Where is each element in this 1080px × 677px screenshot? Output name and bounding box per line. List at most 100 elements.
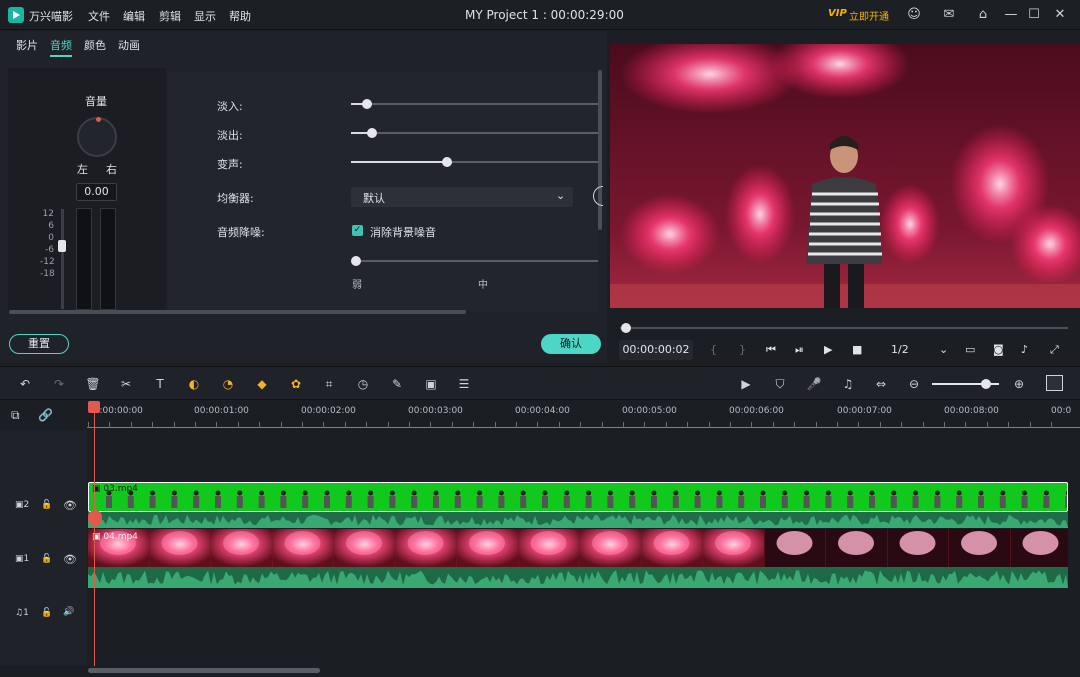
player-progress-thumb[interactable] — [621, 323, 631, 333]
crop-icon[interactable]: ⌗ — [321, 376, 337, 392]
clip-thumbnails — [106, 490, 1067, 508]
undo-icon[interactable]: ↶ — [17, 376, 33, 392]
ruler-tick — [709, 422, 710, 428]
maximize-icon[interactable]: ☐ — [1026, 7, 1042, 23]
zoom-in-icon[interactable]: ⊕ — [1011, 376, 1027, 392]
play-slow-icon[interactable]: ⏯ — [795, 343, 804, 357]
ratio-chevron-down-icon[interactable]: ⌄ — [939, 343, 948, 356]
speaker-icon[interactable]: 🔊 — [63, 607, 74, 617]
fullscreen-icon[interactable]: ⤢ — [1050, 343, 1059, 357]
balance-knob[interactable] — [77, 117, 117, 157]
green-screen-icon[interactable]: ▣ — [423, 376, 439, 392]
ruler-tick — [944, 422, 945, 428]
clip-03-mp4[interactable] — [88, 482, 1068, 512]
audio-mixer-icon[interactable]: ♫ — [840, 376, 856, 392]
render-icon[interactable]: ▶ — [738, 376, 754, 392]
text-icon[interactable]: T — [152, 376, 168, 392]
stop-icon[interactable]: ■ — [852, 343, 862, 356]
fade-in-thumb[interactable] — [362, 99, 372, 109]
confirm-button[interactable]: 确认 — [541, 334, 601, 354]
microphone-icon[interactable]: 🎤 — [806, 376, 822, 392]
previous-frame-icon[interactable]: ⏮ — [766, 343, 776, 357]
denoise-checkbox[interactable]: ✓ — [352, 225, 363, 236]
speedometer-icon[interactable]: ◷ — [355, 376, 371, 392]
mark-out-button[interactable]: } — [739, 343, 746, 356]
level-meter-right — [100, 208, 116, 310]
user-icon[interactable]: ☺ — [906, 7, 922, 23]
denoise-track[interactable] — [351, 260, 598, 262]
ruler-tick — [837, 422, 838, 428]
feedback-icon[interactable]: ✉ — [941, 7, 957, 23]
lock-icon[interactable]: 🔓 — [41, 500, 52, 510]
cut-icon[interactable]: ✂ — [118, 376, 134, 392]
timeline-h-scrollbar[interactable] — [88, 668, 320, 673]
ruler-tick — [430, 422, 431, 428]
ruler-label: 00:0 — [1051, 406, 1072, 416]
settings-scrollbar[interactable] — [598, 70, 602, 230]
ruler-tick — [152, 422, 153, 428]
eye-icon[interactable]: 👁 — [63, 499, 77, 512]
adjust-icon[interactable]: ☰ — [456, 376, 472, 392]
fade-out-thumb[interactable] — [367, 128, 377, 138]
add-track-icon[interactable]: ⧉ — [11, 408, 20, 423]
player-progress-track[interactable] — [620, 327, 1068, 329]
tab-animation[interactable]: 动画 — [118, 37, 140, 53]
freeze-icon[interactable]: ◔ — [220, 376, 236, 392]
menu-view[interactable]: 显示 — [194, 8, 216, 24]
ruler-tick — [323, 422, 324, 428]
ruler-label: 00:00:03:00 — [408, 406, 463, 416]
shield-icon[interactable]: ⛉ — [772, 376, 788, 392]
keyframe-icon[interactable]: ◆ — [254, 376, 270, 392]
balance-left-label: 左 — [77, 163, 88, 176]
playhead-handle[interactable] — [88, 401, 100, 413]
pitch-thumb[interactable] — [442, 157, 452, 167]
tab-video[interactable]: 影片 — [16, 37, 38, 53]
speed-icon[interactable]: ◐ — [186, 376, 202, 392]
snapshot-icon[interactable]: ◙ — [993, 343, 1004, 356]
layout-toggle-icon[interactable] — [1046, 375, 1063, 391]
delete-icon[interactable]: 🗑 — [85, 376, 101, 392]
minimize-icon[interactable]: — — [1003, 7, 1019, 23]
menu-edit[interactable]: 编辑 — [123, 8, 145, 24]
volume-value-field[interactable]: 0.00 — [76, 183, 117, 201]
lock-icon[interactable]: 🔓 — [41, 608, 52, 618]
pen-icon[interactable]: ✎ — [389, 376, 405, 392]
vip-open-link[interactable]: 立即开通 — [849, 8, 889, 23]
volume-slider-track[interactable] — [61, 209, 64, 309]
menu-file[interactable]: 文件 — [88, 8, 110, 24]
clip-04-mp4[interactable] — [88, 529, 1068, 567]
volume-slider-thumb[interactable] — [58, 240, 66, 252]
link-icon[interactable]: 🔗 — [38, 408, 53, 422]
eye-icon[interactable]: 👁 — [63, 553, 77, 566]
fade-in-track[interactable] — [351, 103, 598, 105]
ruler-tick — [794, 422, 795, 428]
fade-out-track[interactable] — [351, 132, 598, 134]
audio-track-1-label: ♫1 — [15, 608, 29, 618]
ruler-tick — [666, 422, 667, 428]
panel-h-scrollbar[interactable] — [9, 310, 466, 314]
split-marker-icon[interactable] — [88, 510, 102, 526]
close-icon[interactable]: ✕ — [1052, 7, 1068, 23]
zoom-thumb[interactable] — [981, 379, 991, 389]
redo-icon[interactable]: ↷ — [51, 376, 67, 392]
playback-ratio[interactable]: 1/2 — [891, 343, 909, 356]
tab-audio[interactable]: 音频 — [50, 37, 72, 57]
denoise-thumb[interactable] — [351, 256, 361, 266]
ruler-tick — [366, 422, 367, 428]
current-timecode: 00:00:00:02 — [619, 340, 693, 360]
menu-clip[interactable]: 剪辑 — [159, 8, 181, 24]
tab-color[interactable]: 颜色 — [84, 37, 106, 53]
ruler-label: 00:00:07:00 — [837, 406, 892, 416]
color-icon[interactable]: ✿ — [288, 376, 304, 392]
display-icon[interactable]: ▭ — [965, 343, 975, 356]
lock-icon[interactable]: 🔓 — [41, 554, 52, 564]
vip-badge[interactable]: VIP — [828, 8, 847, 19]
fit-icon[interactable]: ⇔ — [873, 376, 889, 392]
mark-in-button[interactable]: { — [710, 343, 717, 356]
speaker-icon[interactable]: ♪ — [1021, 343, 1028, 356]
store-icon[interactable]: ⌂ — [975, 7, 991, 23]
zoom-out-icon[interactable]: ⊖ — [906, 376, 922, 392]
play-icon[interactable]: ▶ — [824, 343, 832, 356]
reset-button[interactable]: 重置 — [9, 334, 69, 354]
menu-help[interactable]: 帮助 — [229, 8, 251, 24]
